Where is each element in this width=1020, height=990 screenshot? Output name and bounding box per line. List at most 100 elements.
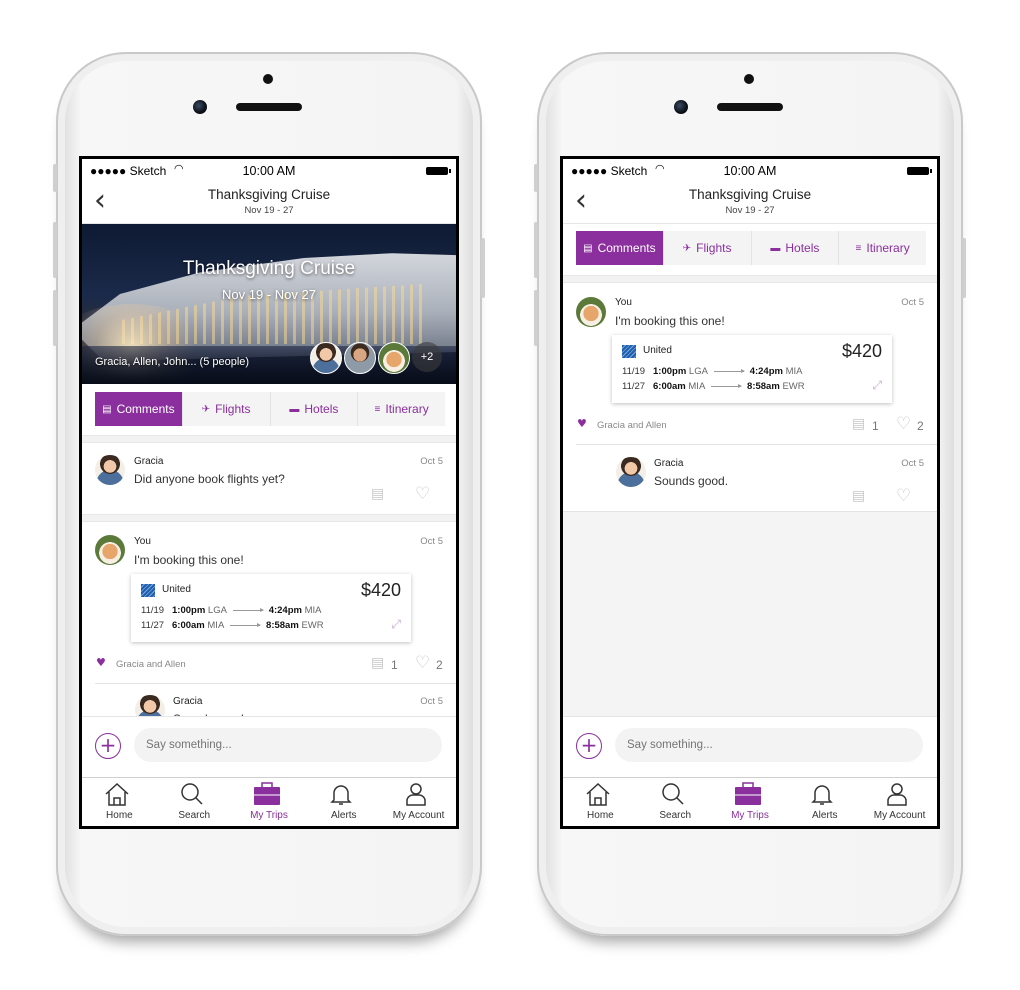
reply-icon[interactable]: ▤ [371,486,384,502]
battery-icon [907,167,932,175]
tabbar-alerts[interactable]: Alerts [787,778,862,826]
tabbar-my-trips[interactable]: My Trips [713,778,788,826]
tabbar-my-account[interactable]: My Account [381,778,456,826]
tab-flights[interactable]: ✈ Flights [183,392,271,426]
tab-comments[interactable]: ▤ Comments [95,392,183,426]
tabbar-search[interactable]: Search [157,778,232,826]
search-icon [662,783,684,805]
nav-subtitle: Nov 19 - 27 [725,205,775,216]
front-camera [193,100,207,114]
battery-icon [426,167,451,175]
add-attachment-button[interactable]: + [576,733,602,759]
heart-filled-icon: ♥ [577,417,587,430]
plane-icon: ✈ [201,403,211,415]
proximity-sensor [263,74,273,84]
trip-tabs: ▤ Comments ✈ Flights ▬ Hotels ≡ Itinerary [576,231,926,265]
tabbar-home[interactable]: Home [82,778,157,826]
more-people-badge[interactable]: +2 [412,342,442,372]
arrow-icon [711,383,743,388]
arrow-icon [714,368,746,373]
avatar-gracia[interactable] [95,455,125,485]
avatar-gracia[interactable] [310,342,342,374]
tabbar-label: My Account [392,810,445,821]
add-attachment-button[interactable]: + [95,733,121,759]
status-bar: ●●●●● Sketch ◠ 10:00 AM [82,159,456,181]
flight-leg-outbound: 11/19 1:00pm LGA 4:24pm MIA [141,605,321,616]
comment-author: You [134,536,151,547]
avatar-allen[interactable] [344,342,376,374]
flight-card[interactable]: United $420 11/19 1:00pm LGA 4:24pm MIA … [612,335,892,403]
tab-label: Comments [116,402,175,416]
heart-outline-icon[interactable]: ♡ [896,414,911,434]
tabbar-label: Home [587,810,614,821]
trip-hero-image: Thanksgiving Cruise Nov 19 - Nov 27 Grac… [82,224,456,384]
expand-icon[interactable]: ⤢ [872,378,882,393]
comment-date: Oct 5 [901,297,924,308]
tabbar-label: My Trips [731,810,769,821]
arrow-icon [230,622,262,627]
comment-input[interactable] [134,728,442,762]
bottom-tab-bar: Home Search My Trips Alerts My Account [563,777,937,826]
leg-dep-airport: LGA [207,605,227,616]
flight-price: $420 [360,580,401,600]
heart-outline-icon[interactable]: ♡ [896,486,911,506]
tab-comments[interactable]: ▤ Comments [576,231,664,265]
nav-subtitle: Nov 19 - 27 [244,205,294,216]
avatar-you[interactable] [378,342,410,374]
leg-arr-airport: MIA [785,366,803,377]
reply-divider [95,683,456,684]
plane-icon: ✈ [682,242,692,254]
bottom-tab-bar: Home Search My Trips Alerts My Account [82,777,456,826]
tab-label: Flights [215,402,251,416]
nav-title: Thanksgiving Cruise [688,187,812,202]
like-count: 2 [917,419,924,433]
reply-count: 1 [872,419,879,433]
tabbar-home[interactable]: Home [563,778,638,826]
tabbar-label: Alerts [812,810,838,821]
comment-author: You [615,297,632,308]
avatar-gracia[interactable] [616,457,646,487]
flight-price: $420 [841,341,882,361]
tabbar-my-account[interactable]: My Account [862,778,937,826]
avatar-you[interactable] [576,297,606,327]
flight-airline: United [162,584,191,595]
phone-frame-right: ●●●●● Sketch ◠ 10:00 AM ‹ Thanksgiving C… [534,52,966,936]
tab-itinerary[interactable]: ≡ Itinerary [358,392,445,426]
home-icon [586,782,610,806]
reply-icon[interactable]: ▤ [852,416,865,432]
trip-people[interactable]: Gracia, Allen, John... (5 people) [95,356,249,368]
flight-card[interactable]: United $420 11/19 1:00pm LGA 4:24pm MIA … [131,574,411,642]
heart-outline-icon[interactable]: ♡ [415,484,430,504]
tabbar-my-trips[interactable]: My Trips [232,778,307,826]
leg-date: 11/27 [141,620,165,631]
tab-hotels[interactable]: ▬ Hotels [271,392,359,426]
trip-tabs: ▤ Comments ✈ Flights ▬ Hotels ≡ Itinerary [95,392,445,426]
comment-author: Gracia [134,456,164,467]
tabbar-label: My Account [873,810,926,821]
tab-hotels[interactable]: ▬ Hotels [752,231,840,265]
flight-leg-return: 11/27 6:00am MIA 8:58am EWR [141,620,324,631]
leg-arr-airport: MIA [304,605,322,616]
tabbar-search[interactable]: Search [638,778,713,826]
reply-icon[interactable]: ▤ [852,488,865,504]
flight-leg-return: 11/27 6:00am MIA 8:58am EWR [622,381,805,392]
screen-trip-overview: ●●●●● Sketch ◠ 10:00 AM ‹ Thanksgiving C… [79,156,459,829]
comment-composer: + [82,716,456,777]
mute-switch [534,164,538,192]
expand-icon[interactable]: ⤢ [391,617,401,632]
comment-input[interactable] [615,728,923,762]
tab-flights[interactable]: ✈ Flights [664,231,752,265]
home-icon [105,782,129,806]
tabbar-alerts[interactable]: Alerts [306,778,381,826]
comment-icon: ▤ [102,403,112,415]
leg-dep-time: 6:00am [172,620,205,631]
leg-dep-airport: LGA [688,366,708,377]
tab-label: Flights [696,241,732,255]
tabbar-label: Search [178,810,211,821]
reply-icon[interactable]: ▤ [371,655,384,671]
comment-text: Sounds good. [654,474,729,488]
heart-outline-icon[interactable]: ♡ [415,653,430,673]
avatar-you[interactable] [95,535,125,565]
leg-arr-airport: EWR [782,381,805,392]
tab-itinerary[interactable]: ≡ Itinerary [839,231,926,265]
